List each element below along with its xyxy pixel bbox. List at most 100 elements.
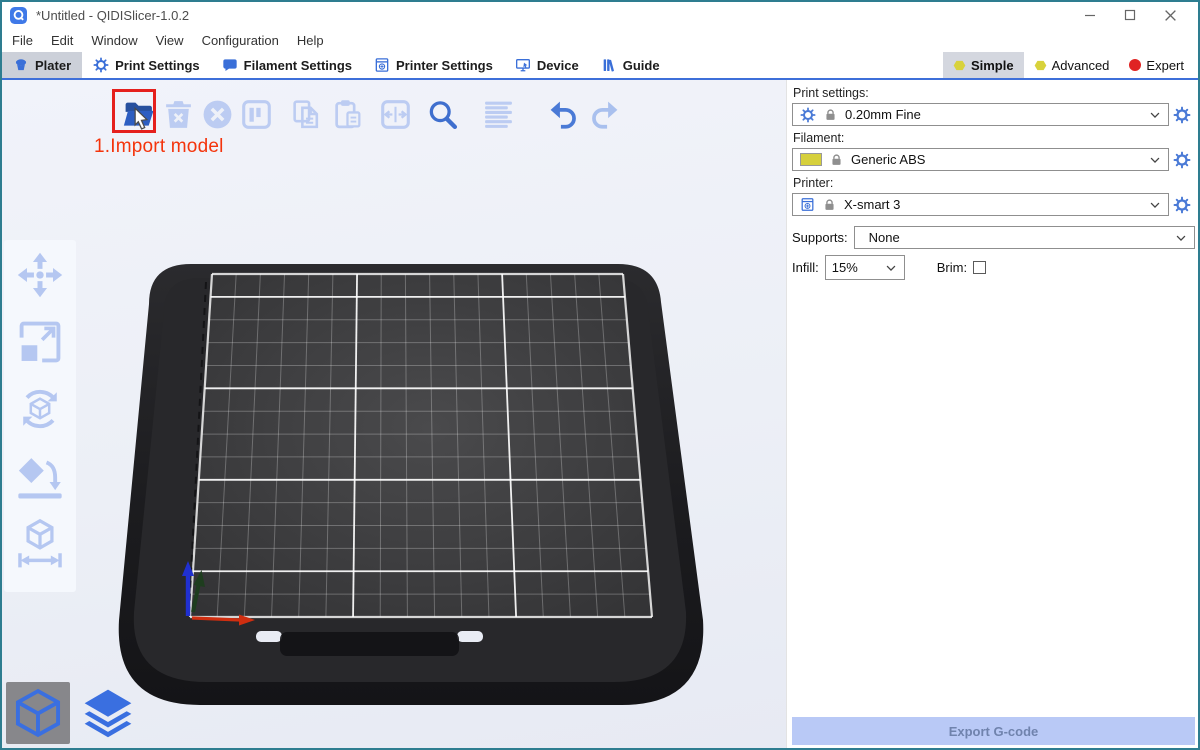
arrange-icon	[240, 98, 273, 131]
tab-plater[interactable]: Plater	[2, 52, 82, 78]
search-button[interactable]	[423, 95, 461, 133]
undo-button[interactable]	[544, 95, 582, 133]
arrange-button[interactable]	[237, 95, 275, 133]
printer-label: Printer:	[793, 176, 1195, 190]
delete-all-button[interactable]	[198, 95, 236, 133]
filament-label: Filament:	[793, 131, 1195, 145]
handle-slot-right	[457, 631, 483, 642]
measure-tool-button[interactable]	[11, 514, 69, 572]
mode-switcher: Simple Advanced Expert	[943, 52, 1198, 78]
brim-checkbox[interactable]	[973, 261, 986, 274]
printer-row: X-smart 3	[792, 193, 1195, 216]
scale-icon	[14, 316, 66, 368]
place-on-face-icon	[14, 450, 66, 502]
layer-lines-icon	[482, 98, 515, 131]
handle-grip	[280, 632, 459, 656]
printer-gear-button[interactable]	[1169, 193, 1195, 216]
infill-combo[interactable]: 15%	[825, 255, 905, 280]
mode-simple[interactable]: Simple	[943, 52, 1024, 78]
print-settings-row: 0.20mm Fine	[792, 103, 1195, 126]
infill-label: Infill:	[792, 260, 819, 275]
handle-slot-left	[256, 631, 282, 642]
menu-help[interactable]: Help	[288, 28, 333, 52]
mode-expert[interactable]: Expert	[1119, 52, 1194, 78]
gear-icon	[93, 57, 109, 73]
scale-tool-button[interactable]	[11, 313, 69, 371]
gizmo-toolbar	[4, 240, 76, 592]
layers-icon	[80, 685, 136, 741]
filament-value: Generic ABS	[851, 152, 925, 167]
infill-value: 15%	[832, 260, 858, 275]
print-settings-label: Print settings:	[793, 86, 1195, 100]
menu-bar: File Edit Window View Configuration Help	[2, 28, 1198, 52]
menu-view[interactable]: View	[147, 28, 193, 52]
rotate-icon	[14, 383, 66, 435]
tab-device[interactable]: Device	[504, 52, 590, 78]
split-icon	[379, 98, 412, 131]
split-objects-button[interactable]	[376, 95, 414, 133]
menu-file[interactable]: File	[3, 28, 42, 52]
window-title: *Untitled - QIDISlicer-1.0.2	[36, 8, 189, 23]
chevron-down-icon	[1148, 198, 1162, 212]
main-area: 1.Import model Print settings:	[2, 80, 1198, 748]
build-plate	[2, 80, 786, 748]
filament-gear-button[interactable]	[1169, 148, 1195, 171]
paste-button[interactable]	[329, 95, 367, 133]
minimize-icon[interactable]	[1070, 3, 1110, 27]
copy-button[interactable]	[287, 95, 325, 133]
print-settings-combo[interactable]: 0.20mm Fine	[792, 103, 1169, 126]
move-tool-button[interactable]	[11, 246, 69, 304]
printer-combo[interactable]: X-smart 3	[792, 193, 1169, 216]
chevron-down-icon	[1174, 231, 1188, 245]
menu-configuration[interactable]: Configuration	[193, 28, 288, 52]
place-on-face-tool-button[interactable]	[11, 447, 69, 505]
infill-row: Infill: 15% Brim:	[792, 255, 1195, 280]
chevron-down-icon	[884, 261, 898, 275]
preview-view-button[interactable]	[76, 682, 140, 744]
supports-value: None	[869, 230, 900, 245]
tab-guide[interactable]: Guide	[590, 52, 671, 78]
print-surface	[190, 274, 652, 617]
lock-icon	[824, 108, 837, 122]
chevron-down-icon	[1148, 108, 1162, 122]
close-icon[interactable]	[1150, 3, 1190, 27]
window-controls	[1070, 3, 1190, 27]
delete-button[interactable]	[159, 95, 197, 133]
trash-icon	[162, 98, 195, 131]
viewport-3d[interactable]: 1.Import model	[2, 80, 786, 748]
gear-icon	[800, 107, 816, 123]
delete-all-icon	[201, 98, 234, 131]
rotate-tool-button[interactable]	[11, 380, 69, 438]
measure-icon	[14, 517, 66, 569]
variable-layer-height-button[interactable]	[479, 95, 517, 133]
mouse-cursor	[132, 107, 150, 134]
device-icon	[515, 57, 531, 73]
tab-filament-settings[interactable]: Filament Settings	[211, 52, 363, 78]
settings-panel: Print settings: 0.20mm Fine Filament: Ge…	[786, 80, 1198, 748]
print-settings-gear-button[interactable]	[1169, 103, 1195, 126]
mode-advanced[interactable]: Advanced	[1024, 52, 1120, 78]
maximize-icon[interactable]	[1110, 3, 1150, 27]
plater-icon	[13, 57, 29, 73]
filament-icon	[222, 57, 238, 73]
export-gcode-button[interactable]: Export G-code	[792, 717, 1195, 745]
title-bar: *Untitled - QIDISlicer-1.0.2	[2, 2, 1198, 28]
tab-bar: Plater Print Settings Filament Settings …	[2, 52, 1198, 80]
view-switch	[6, 682, 140, 744]
tab-print-settings[interactable]: Print Settings	[82, 52, 211, 78]
annotation-import-model: 1.Import model	[94, 136, 224, 158]
hexagon-icon	[1034, 59, 1047, 72]
redo-button[interactable]	[585, 95, 623, 133]
menu-window[interactable]: Window	[82, 28, 146, 52]
editor-view-button[interactable]	[6, 682, 70, 744]
tab-printer-settings[interactable]: Printer Settings	[363, 52, 504, 78]
filament-row: Generic ABS	[792, 148, 1195, 171]
undo-icon	[547, 98, 580, 131]
supports-row: Supports: None	[792, 226, 1195, 249]
hexagon-icon	[953, 59, 966, 72]
menu-edit[interactable]: Edit	[42, 28, 82, 52]
lock-icon	[830, 153, 843, 167]
move-icon	[14, 249, 66, 301]
filament-combo[interactable]: Generic ABS	[792, 148, 1169, 171]
supports-combo[interactable]: None	[854, 226, 1195, 249]
